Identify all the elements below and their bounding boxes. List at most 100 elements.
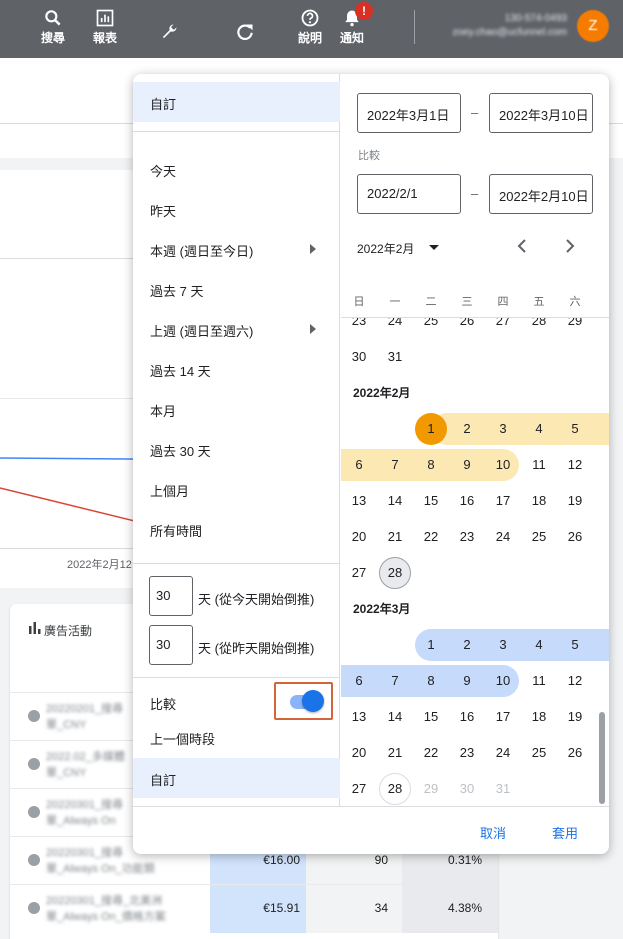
calendar-day-mar-22[interactable]: 22 [413, 737, 449, 769]
days-from-today-input[interactable]: 30 [149, 576, 193, 616]
calendar-day-mar-4[interactable]: 4 [521, 629, 557, 661]
calendar-day-mar-29[interactable]: 29 [413, 773, 449, 805]
preset-custom[interactable]: 自訂 [133, 82, 340, 122]
campaign-name[interactable]: 2022.02_多媒體 單_CNY [46, 749, 125, 781]
calendar-day-mar-18[interactable]: 18 [521, 701, 557, 733]
compare-previous-period[interactable]: 上一個時段 [133, 717, 340, 757]
days-from-yesterday-input[interactable]: 30 [149, 625, 193, 665]
preset-last-14-days[interactable]: 過去 14 天 [133, 349, 340, 389]
calendar-day-feb-3[interactable]: 3 [485, 413, 521, 445]
calendar-day-feb-20[interactable]: 20 [341, 521, 377, 553]
calendar-day-mar-25[interactable]: 25 [521, 737, 557, 769]
calendar-scrollbar[interactable] [599, 712, 605, 804]
calendar-day-jan_tail-26[interactable]: 26 [449, 318, 485, 337]
apply-button[interactable]: 套用 [552, 823, 578, 842]
compare-start-date-input[interactable]: 2022/2/1 [357, 174, 461, 214]
search-button[interactable]: 搜尋 [29, 8, 77, 45]
calendar-day-mar-21[interactable]: 21 [377, 737, 413, 769]
calendar-day-jan_tail-28[interactable]: 28 [521, 318, 557, 337]
cancel-button[interactable]: 取消 [480, 823, 506, 842]
calendar-day-mar-28[interactable]: 28 [377, 773, 413, 805]
calendar-day-feb-16[interactable]: 16 [449, 485, 485, 517]
calendar-day-feb-4[interactable]: 4 [521, 413, 557, 445]
calendar-day-mar-24[interactable]: 24 [485, 737, 521, 769]
campaign-name[interactable]: 20220301_搜尋_北美洲 單_Always On_價格方案 [46, 893, 166, 925]
preset-all-time[interactable]: 所有時間 [133, 509, 340, 549]
calendar-day-mar-1[interactable]: 1 [413, 629, 449, 661]
calendar-day-mar-2[interactable]: 2 [449, 629, 485, 661]
preset-today[interactable]: 今天 [133, 149, 340, 189]
calendar-day-feb-10[interactable]: 10 [485, 449, 521, 481]
calendar-day-mar-16[interactable]: 16 [449, 701, 485, 733]
calendar-day-feb-14[interactable]: 14 [377, 485, 413, 517]
calendar-day-jan_tail-30[interactable]: 30 [341, 341, 377, 373]
calendar-day-feb-2[interactable]: 2 [449, 413, 485, 445]
reports-button[interactable]: 報表 [81, 8, 129, 45]
compare-toggle[interactable] [302, 690, 324, 712]
preset-this-month[interactable]: 本月 [133, 389, 340, 429]
calendar-day-mar-11[interactable]: 11 [521, 665, 557, 697]
calendar-day-feb-15[interactable]: 15 [413, 485, 449, 517]
calendar-day-mar-17[interactable]: 17 [485, 701, 521, 733]
calendar-day-jan_tail-29[interactable]: 29 [557, 318, 593, 337]
calendar-day-feb-23[interactable]: 23 [449, 521, 485, 553]
calendar-day-mar-6[interactable]: 6 [341, 665, 377, 697]
calendar-day-feb-17[interactable]: 17 [485, 485, 521, 517]
calendar-day-mar-26[interactable]: 26 [557, 737, 593, 769]
account-info[interactable]: 130-574-0493 zoey.chao@ucfunnel.com [453, 12, 567, 40]
calendar-day-jan_tail-23[interactable]: 23 [341, 318, 377, 337]
calendar-day-feb-26[interactable]: 26 [557, 521, 593, 553]
calendar-day-feb-12[interactable]: 12 [557, 449, 593, 481]
calendar-day-jan_tail-27[interactable]: 27 [485, 318, 521, 337]
preset-last-week[interactable]: 上週 (週日至週六) [133, 309, 340, 349]
start-date-input[interactable]: 2022年3月1日 [357, 93, 461, 133]
calendar-day-feb-9[interactable]: 9 [449, 449, 485, 481]
calendar-day-feb-7[interactable]: 7 [377, 449, 413, 481]
campaign-name[interactable]: 20220301_搜尋 單_Always On [46, 797, 123, 829]
calendar-day-mar-3[interactable]: 3 [485, 629, 521, 661]
table-row[interactable]: 20220301_搜尋_北美洲 單_Always On_價格方案 €15.91 … [10, 884, 498, 933]
previous-month-icon[interactable] [514, 238, 530, 254]
compare-custom[interactable]: 自訂 [133, 758, 340, 798]
calendar-day-mar-15[interactable]: 15 [413, 701, 449, 733]
next-month-icon[interactable] [562, 238, 578, 254]
calendar-day-mar-5[interactable]: 5 [557, 629, 593, 661]
calendar-day-feb-13[interactable]: 13 [341, 485, 377, 517]
calendar-day-feb-18[interactable]: 18 [521, 485, 557, 517]
calendar-day-jan_tail-25[interactable]: 25 [413, 318, 449, 337]
calendar-day-jan_tail-24[interactable]: 24 [377, 318, 413, 337]
calendar-day-jan_tail-31[interactable]: 31 [377, 341, 413, 373]
chevron-down-icon[interactable] [429, 245, 439, 250]
preset-last-7-days[interactable]: 過去 7 天 [133, 269, 340, 309]
calendar-day-mar-12[interactable]: 12 [557, 665, 593, 697]
calendar-day-mar-20[interactable]: 20 [341, 737, 377, 769]
calendar-day-feb-24[interactable]: 24 [485, 521, 521, 553]
calendar-day-mar-9[interactable]: 9 [449, 665, 485, 697]
calendar-day-feb-1[interactable]: 1 [413, 413, 449, 445]
calendar-day-feb-28[interactable]: 28 [377, 557, 413, 589]
calendar-day-mar-27[interactable]: 27 [341, 773, 377, 805]
calendar-day-mar-8[interactable]: 8 [413, 665, 449, 697]
calendar-day-mar-7[interactable]: 7 [377, 665, 413, 697]
calendar-day-mar-10[interactable]: 10 [485, 665, 521, 697]
calendar-day-feb-21[interactable]: 21 [377, 521, 413, 553]
preset-this-week[interactable]: 本週 (週日至今日) [133, 229, 340, 269]
preset-last-30-days[interactable]: 過去 30 天 [133, 429, 340, 469]
campaign-name[interactable]: 20220201_搜尋 單_CNY [46, 701, 123, 733]
calendar-day-mar-13[interactable]: 13 [341, 701, 377, 733]
preset-yesterday[interactable]: 昨天 [133, 189, 340, 229]
calendar-day-feb-22[interactable]: 22 [413, 521, 449, 553]
calendar-day-mar-23[interactable]: 23 [449, 737, 485, 769]
compare-end-date-input[interactable]: 2022年2月10日 [489, 174, 593, 214]
end-date-input[interactable]: 2022年3月10日 [489, 93, 593, 133]
calendar-day-mar-31[interactable]: 31 [485, 773, 521, 805]
calendar-day-mar-19[interactable]: 19 [557, 701, 593, 733]
calendar-day-feb-27[interactable]: 27 [341, 557, 377, 589]
calendar-day-mar-14[interactable]: 14 [377, 701, 413, 733]
help-button[interactable]: 說明 [286, 8, 334, 45]
calendar-day-feb-8[interactable]: 8 [413, 449, 449, 481]
calendar-day-feb-5[interactable]: 5 [557, 413, 593, 445]
calendar-day-mar-30[interactable]: 30 [449, 773, 485, 805]
calendar-day-feb-19[interactable]: 19 [557, 485, 593, 517]
calendar-day-feb-11[interactable]: 11 [521, 449, 557, 481]
